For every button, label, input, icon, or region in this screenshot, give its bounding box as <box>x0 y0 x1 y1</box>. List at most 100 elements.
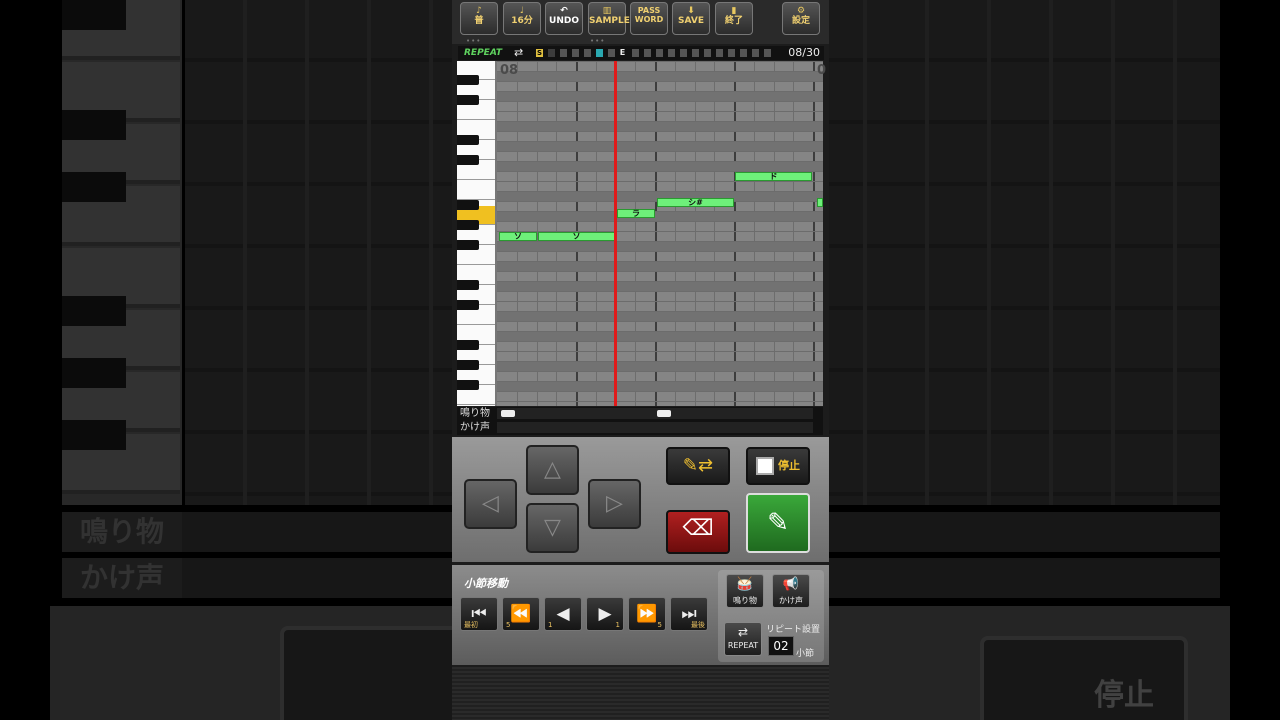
voice-track[interactable] <box>497 422 813 433</box>
timeline-segment <box>644 49 651 57</box>
grid-row <box>497 241 823 251</box>
dpad-down-button[interactable]: ▽ <box>526 503 579 553</box>
voice-toggle-button[interactable]: 📢 かけ声 <box>772 574 810 608</box>
end-marker[interactable]: E <box>619 49 626 57</box>
timeline-segment <box>716 49 723 57</box>
drum-icon[interactable] <box>501 410 515 417</box>
repeat-unit-label: 小節 <box>796 649 815 659</box>
black-key[interactable] <box>457 240 479 250</box>
sample-button[interactable]: ▥ SAMPLE <box>588 2 630 35</box>
edit-controls: △ ◁ ▷ ▽ ✎⇄ 停止 ⌫ ✎ <box>452 437 829 562</box>
dpad-up-button[interactable]: △ <box>526 445 579 495</box>
grid-row <box>497 61 823 71</box>
pen-icon: ✎ <box>767 508 789 538</box>
note-block[interactable]: ソ <box>499 232 537 241</box>
note-label: ソ <box>514 232 522 241</box>
note-label: ソ <box>572 232 581 241</box>
note-label: シ# <box>688 198 703 207</box>
note-label: ド <box>769 172 778 181</box>
first-label: 最初 <box>464 621 478 629</box>
note-block[interactable]: ラ <box>617 209 655 218</box>
percussion-track[interactable] <box>497 408 813 419</box>
save-button[interactable]: ⬇ SAVE <box>672 2 710 35</box>
grid-row <box>497 71 823 81</box>
black-key[interactable] <box>457 95 479 105</box>
undo-icon: ↶ <box>560 6 568 16</box>
black-key[interactable] <box>457 360 479 370</box>
measure-nav-panel: 小節移動 ⏮ 最初 ⏪ 5 ◀ 1 ▶ 1 ⏩ 5 ⏭ 最後 🥁 鳴り物 📢 かけ声 ⇄ REPE… <box>452 565 829 665</box>
repeat-count-field[interactable]: 02 <box>768 636 794 656</box>
timeline-segment <box>704 49 711 57</box>
undo-label: UNDO <box>549 15 579 26</box>
grid-row <box>497 251 823 261</box>
stop-button[interactable]: 停止 <box>746 447 810 485</box>
white-key[interactable] <box>457 181 495 200</box>
black-key[interactable] <box>457 280 479 290</box>
password-button[interactable]: PASS WORD <box>630 2 668 35</box>
back-5-button[interactable]: ⏪ 5 <box>502 597 540 631</box>
forward-5-button[interactable]: ⏩ 5 <box>628 597 666 631</box>
page-dots: ••• <box>466 37 482 45</box>
black-key[interactable] <box>457 220 479 230</box>
note-length-button[interactable]: ♩ 16分 <box>503 2 541 35</box>
piano-keyboard[interactable] <box>457 61 495 406</box>
percussion-toggle-button[interactable]: 🥁 鳴り物 <box>726 574 764 608</box>
measure-nav-title: 小節移動 <box>464 577 508 590</box>
exit-button[interactable]: ▮ 終了 <box>715 2 753 35</box>
instrument-label: 普 <box>474 15 484 26</box>
grid-row <box>497 161 823 171</box>
voice-toggle-icon: 📢 <box>782 577 800 592</box>
playhead <box>614 61 617 406</box>
start-marker[interactable]: S <box>536 49 543 57</box>
grid-row <box>497 221 823 231</box>
grid-row <box>497 131 823 141</box>
black-key[interactable] <box>457 380 479 390</box>
instrument-button[interactable]: ♪ 普 <box>460 2 498 35</box>
next-measure-number: 0 <box>817 63 827 78</box>
eraser-button[interactable]: ⌫ <box>666 510 730 554</box>
black-key[interactable] <box>457 340 479 350</box>
timeline-segment <box>692 49 699 57</box>
top-toolbar: ♪ 普 ••• ♩ 16分 ↶ UNDO ▥ SAMPLE ••• PASS WORD … <box>452 0 829 45</box>
last-measure-button[interactable]: ⏭ 最後 <box>670 597 708 631</box>
stop-label: 停止 <box>778 459 800 472</box>
first-measure-button[interactable]: ⏮ 最初 <box>460 597 498 631</box>
drum-icon[interactable] <box>657 410 671 417</box>
repeat-button[interactable]: ⇄ REPEAT <box>724 622 762 656</box>
bottom-bezel <box>452 667 829 720</box>
timeline-segment <box>728 49 735 57</box>
black-key[interactable] <box>457 75 479 85</box>
black-key[interactable] <box>457 300 479 310</box>
percussion-lane[interactable]: 鳴り物 <box>457 407 823 420</box>
settings-label: 設定 <box>791 15 810 26</box>
settings-button[interactable]: ⚙ 設定 <box>782 2 820 35</box>
piano-roll[interactable]: 08 0 ソ ソ ラ シ# ド <box>457 61 827 406</box>
pen-button[interactable]: ✎ <box>746 493 810 553</box>
note-grid[interactable]: 08 0 ソ ソ ラ シ# ド <box>497 61 827 406</box>
back-1-button[interactable]: ◀ 1 <box>544 597 582 631</box>
grid-row <box>497 281 823 291</box>
timeline-segment <box>668 49 675 57</box>
pen-swap-button[interactable]: ✎⇄ <box>666 447 730 485</box>
black-key[interactable] <box>457 135 479 145</box>
grid-row <box>497 331 823 341</box>
black-key[interactable] <box>457 155 479 165</box>
dpad-right-button[interactable]: ▷ <box>588 479 641 529</box>
grid-row <box>497 111 823 121</box>
timeline-segment <box>560 49 567 57</box>
voice-lane[interactable]: かけ声 <box>457 421 823 434</box>
keyboard-icon: ▥ <box>602 6 612 16</box>
undo-button[interactable]: ↶ UNDO <box>545 2 583 35</box>
grid-row <box>497 181 823 191</box>
black-key[interactable] <box>457 200 479 210</box>
note-block-partial[interactable] <box>817 198 823 207</box>
note-block[interactable]: ソ <box>538 232 615 241</box>
dpad-left-button[interactable]: ◁ <box>464 479 517 529</box>
timeline-segment <box>680 49 687 57</box>
grid-row <box>497 381 823 391</box>
note-block[interactable]: シ# <box>657 198 734 207</box>
forward-1-button[interactable]: ▶ 1 <box>586 597 624 631</box>
note-block[interactable]: ド <box>735 172 812 181</box>
repeat-timeline[interactable]: REPEAT ⇄ S E 08/30 <box>458 46 824 60</box>
grid-row <box>497 151 823 161</box>
